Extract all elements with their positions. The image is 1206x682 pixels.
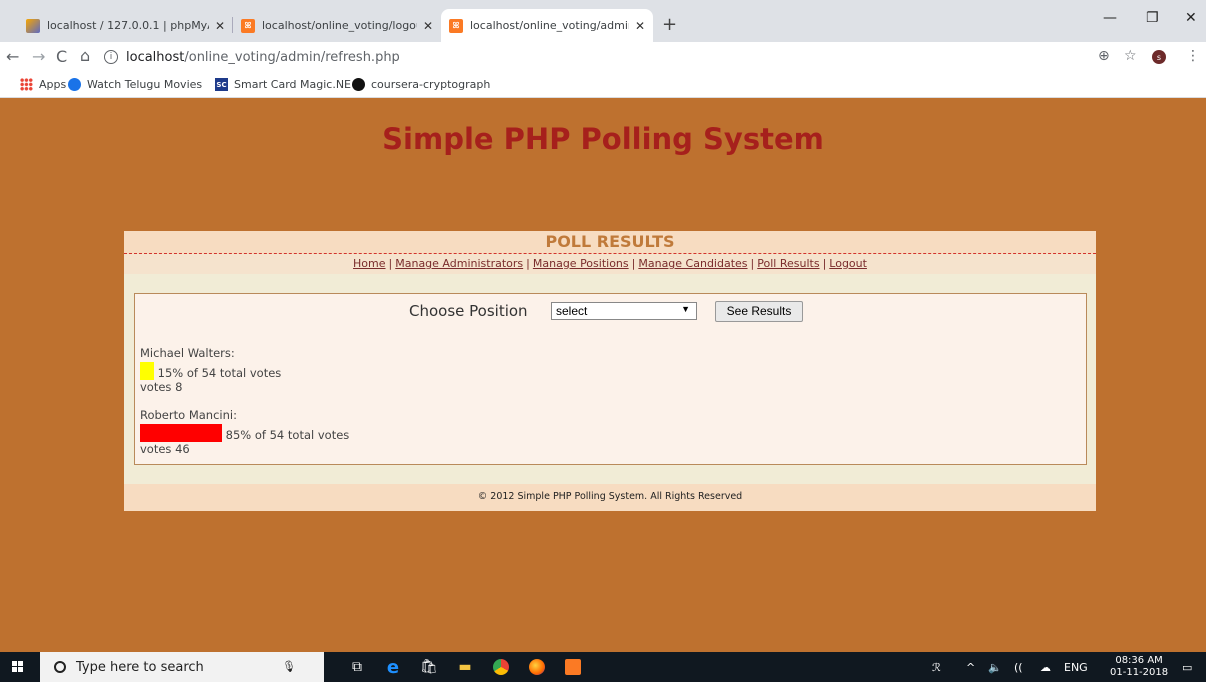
star-icon[interactable]: ☆ [1124,48,1137,64]
content-panel: POLL RESULTS Home | Manage Administrators |… [124,231,1096,511]
bookmark-coursera[interactable]: coursera-cryptograph [352,78,490,91]
close-icon[interactable]: ✕ [423,19,433,33]
phpmyadmin-icon [26,18,40,33]
tab-logout[interactable]: ꕤ localhost/online_voting/logout.p ✕ [233,9,441,42]
nav-logout[interactable]: Logout [829,257,867,270]
xampp-taskbar-icon[interactable] [564,659,582,675]
url-path: /online_voting/admin/refresh.php [184,49,400,65]
address-bar[interactable]: i localhost/online_voting/admin/refresh.… [104,47,1134,67]
bookmarks-bar: Apps Watch Telugu Movies SC Smart Card M… [0,72,1206,98]
candidate-result-1: Roberto Mancini: 85% of 54 total votes v… [140,408,349,456]
vote-percent: 85% of 54 total votes [225,428,350,442]
reload-icon[interactable]: C [56,47,67,66]
close-icon[interactable]: ✕ [215,19,225,33]
sc-icon: SC [215,78,228,91]
vote-count: votes 46 [140,442,190,456]
language-indicator[interactable]: ENG [1064,661,1088,674]
bookmark-apps[interactable]: Apps [20,78,66,91]
windows-start-icon[interactable] [12,661,24,673]
position-select[interactable]: select ▼ [551,302,697,320]
tab-title: localhost / 127.0.0.1 | phpMyAdm [47,19,209,32]
site-title: Simple PHP Polling System [382,122,824,156]
admin-nav: Home | Manage Administrators | Manage Positi… [124,254,1096,274]
new-tab-icon[interactable]: + [662,14,677,35]
nav-manage-candidates[interactable]: Manage Candidates [638,257,747,270]
onedrive-icon[interactable]: ☁ [1040,661,1051,674]
footer: © 2012 Simple PHP Polling System. All Ri… [124,484,1096,511]
chevron-up-icon[interactable]: ^ [966,661,975,674]
profile-avatar[interactable]: s [1152,50,1166,64]
browser-tab-strip: localhost / 127.0.0.1 | phpMyAdm ✕ ꕤ loc… [0,0,1206,42]
vote-percent: 15% of 54 total votes [157,366,282,380]
people-icon[interactable]: ℛ [932,661,941,674]
vote-bar [140,362,154,380]
tab-title: localhost/online_voting/admin/re [470,19,629,32]
windows-taskbar: Type here to search 🎙 ⧉ e 🛍 ▬ ℛ ^ 🔈 (( ☁… [0,652,1206,682]
notifications-icon[interactable]: ▭ [1182,661,1192,674]
clock[interactable]: 08:36 AM 01-11-2018 [1110,655,1168,679]
home-icon[interactable]: ⌂ [80,46,90,65]
github-icon [352,78,365,91]
restore-icon[interactable]: ❐ [1146,10,1159,26]
bookmark-telugu-movies[interactable]: Watch Telugu Movies [68,78,202,91]
tab-phpmyadmin[interactable]: localhost / 127.0.0.1 | phpMyAdm ✕ [18,9,233,42]
vote-count: votes 8 [140,380,183,394]
see-results-button[interactable]: See Results [715,301,803,322]
firefox-icon[interactable] [528,659,546,675]
chrome-icon[interactable] [492,659,510,675]
file-explorer-icon[interactable]: ▬ [456,659,474,675]
store-icon[interactable]: 🛍 [420,659,438,675]
edge-icon[interactable]: e [384,657,402,678]
dropdown-arrow-icon: ▼ [681,304,690,314]
panel-title: POLL RESULTS [124,231,1096,254]
task-view-icon[interactable]: ⧉ [348,659,366,675]
volume-icon[interactable]: 🔈 [988,661,1002,674]
candidate-name: Roberto Mancini: [140,408,237,422]
results-box: Choose Position select ▼ See Results Mic… [134,293,1087,465]
cortana-icon [54,661,66,673]
zoom-icon[interactable]: ⊕ [1098,48,1110,64]
back-icon[interactable]: ← [6,47,19,66]
info-icon[interactable]: i [104,50,118,64]
close-window-icon[interactable]: ✕ [1185,10,1197,26]
taskbar-search[interactable]: Type here to search 🎙 [40,652,324,682]
microphone-icon[interactable]: 🎙 [282,660,296,673]
forward-icon[interactable]: → [32,47,45,66]
nav-home[interactable]: Home [353,257,385,270]
xampp-icon: ꕤ [449,18,463,33]
vote-bar [140,424,222,442]
apps-grid-icon [20,78,33,91]
bookmark-smart-card[interactable]: SC Smart Card Magic.NE [215,78,351,91]
network-icon[interactable]: (( [1014,661,1023,674]
url-host: localhost [126,49,185,65]
choose-position-label: Choose Position [409,302,528,320]
nav-manage-positions[interactable]: Manage Positions [533,257,629,270]
minimize-icon[interactable]: — [1103,10,1117,26]
menu-kebab-icon[interactable]: ⋮ [1186,48,1200,64]
candidate-name: Michael Walters: [140,346,235,360]
candidate-result-0: Michael Walters: 15% of 54 total votes v… [140,346,281,394]
nav-manage-administrators[interactable]: Manage Administrators [395,257,523,270]
tab-refresh-active[interactable]: ꕤ localhost/online_voting/admin/re ✕ [441,9,653,42]
close-icon[interactable]: ✕ [635,19,645,33]
play-icon [68,78,81,91]
tab-title: localhost/online_voting/logout.p [262,19,417,32]
nav-poll-results[interactable]: Poll Results [757,257,819,270]
xampp-icon: ꕤ [241,18,255,33]
